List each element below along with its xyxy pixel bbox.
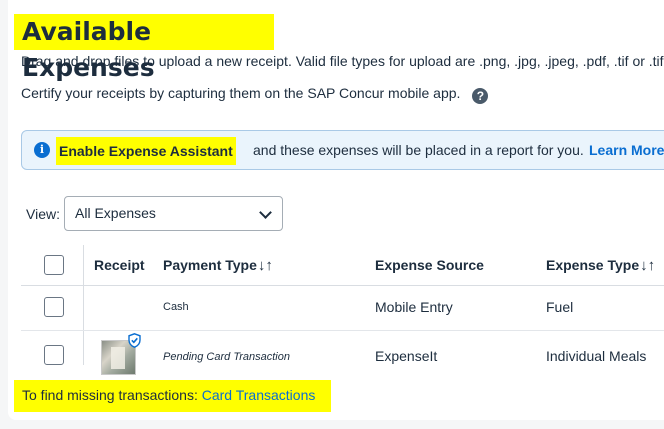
missing-transactions-note: To find missing transactions: Card Trans…: [14, 380, 331, 412]
banner-text: and these expenses will be placed in a r…: [253, 142, 584, 158]
certify-text: Certify your receipts by capturing them …: [21, 85, 461, 101]
row-checkbox[interactable]: [44, 345, 64, 365]
payment-type-cell: Pending Card Transaction: [163, 351, 290, 363]
expense-source-cell: ExpenseIt: [375, 348, 438, 364]
view-select-value: All Expenses: [75, 205, 156, 221]
column-expense-type-label: Expense Type: [546, 257, 640, 273]
enable-expense-assistant: Enable Expense Assistant: [56, 137, 236, 165]
column-receipt: Receipt: [94, 257, 145, 273]
column-expense-type[interactable]: Expense Type↓↑: [546, 245, 655, 286]
payment-type-cell: Cash: [163, 301, 189, 313]
help-icon[interactable]: ?: [472, 88, 489, 104]
shield-check-icon: [128, 333, 141, 348]
expense-type-cell: Individual Meals: [546, 348, 647, 364]
table-header: Receipt Payment Type↓↑ Expense Source Ex…: [21, 245, 664, 286]
certify-line: Certify your receipts by capturing them …: [21, 85, 489, 104]
select-all-checkbox[interactable]: [44, 255, 64, 275]
row-checkbox[interactable]: [44, 297, 64, 317]
page-title: Available Expenses: [14, 14, 274, 82]
view-select[interactable]: All Expenses: [64, 196, 283, 231]
expense-source-cell: Mobile Entry: [375, 299, 453, 315]
info-icon: i: [34, 142, 50, 158]
sort-icon: ↓↑: [640, 257, 656, 274]
missing-transactions-text: To find missing transactions:: [22, 387, 198, 403]
card-transactions-link[interactable]: Card Transactions: [202, 387, 316, 403]
expense-assistant-banner: i Enable Expense Assistant and these exp…: [21, 130, 664, 170]
upload-hint: Drag and drop files to upload a new rece…: [21, 53, 664, 69]
column-expense-source: Expense Source: [375, 257, 484, 273]
sort-icon: ↓↑: [257, 257, 273, 274]
learn-more-link[interactable]: Learn More: [589, 131, 664, 169]
column-payment-type-label: Payment Type: [163, 257, 257, 273]
expense-type-cell: Fuel: [546, 299, 574, 315]
view-label: View:: [26, 206, 60, 222]
column-payment-type[interactable]: Payment Type↓↑: [163, 245, 273, 286]
chevron-down-icon: [259, 206, 272, 219]
receipt-paper: [111, 347, 125, 369]
table-row[interactable]: Cash Mobile Entry Fuel: [21, 286, 664, 331]
